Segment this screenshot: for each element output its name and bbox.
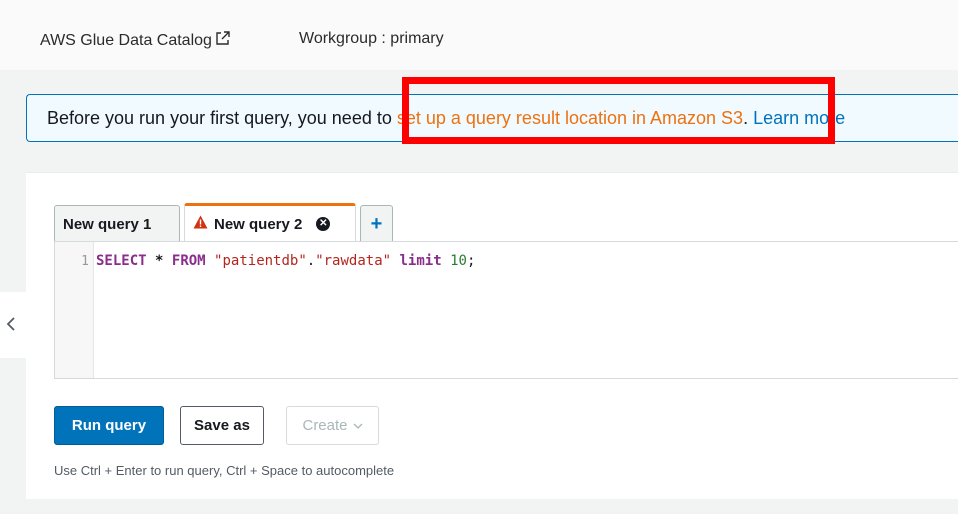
add-tab-button[interactable]: + <box>360 205 393 242</box>
sql-editor[interactable]: 1 SELECT * FROM "patientdb"."rawdata" li… <box>54 241 958 379</box>
create-dropdown-button[interactable]: Create <box>286 406 379 445</box>
sql-punctuation: ; <box>466 253 476 269</box>
glue-data-catalog-label: AWS Glue Data Catalog <box>40 31 212 49</box>
sql-keyword: FROM <box>171 253 206 269</box>
tab-new-query-1[interactable]: New query 1 <box>54 205 180 242</box>
sql-number: 10 <box>450 253 467 269</box>
workgroup-label: Workgroup : primary <box>299 30 444 47</box>
chevron-down-icon <box>353 423 363 429</box>
banner-prefix: Before you run your first query, you nee… <box>47 108 397 128</box>
line-number-gutter: 1 <box>55 242 94 378</box>
keyboard-shortcut-hint: Use Ctrl + Enter to run query, Ctrl + Sp… <box>54 463 395 478</box>
sql-keyword: SELECT <box>96 253 147 269</box>
banner-separator: . <box>743 108 754 128</box>
setup-info-banner: Before you run your first query, you nee… <box>26 94 958 142</box>
sql-operator: * <box>155 253 164 269</box>
tab-new-query-2[interactable]: New query 2 ✕ <box>184 203 356 242</box>
line-number: 1 <box>81 254 89 269</box>
sql-string: "patientdb" <box>214 253 307 269</box>
run-query-button[interactable]: Run query <box>54 406 164 445</box>
external-link-icon <box>215 30 231 51</box>
glue-data-catalog-link[interactable]: AWS Glue Data Catalog <box>40 30 231 51</box>
sql-code-line[interactable]: SELECT * FROM "patientdb"."rawdata" limi… <box>96 253 475 269</box>
banner-text: Before you run your first query, you nee… <box>47 108 845 129</box>
top-bar: AWS Glue Data Catalog Workgroup : primar… <box>0 0 958 70</box>
sql-keyword: limit <box>399 253 442 269</box>
learn-more-link[interactable]: Learn more <box>753 108 845 128</box>
tab-label: New query 2 <box>214 215 303 233</box>
run-query-label: Run query <box>71 417 147 434</box>
warning-icon <box>193 215 208 233</box>
plus-icon: + <box>370 212 383 235</box>
tab-label: New query 1 <box>63 215 152 233</box>
sql-punctuation: . <box>306 253 316 269</box>
sql-string: "rawdata" <box>315 253 392 269</box>
close-tab-icon[interactable]: ✕ <box>316 217 331 231</box>
save-as-button[interactable]: Save as <box>180 406 264 445</box>
create-label: Create <box>302 417 348 434</box>
collapse-sidebar-icon[interactable] <box>6 316 16 337</box>
setup-s3-location-link[interactable]: set up a query result location in Amazon… <box>397 108 743 128</box>
save-as-label: Save as <box>194 417 250 434</box>
